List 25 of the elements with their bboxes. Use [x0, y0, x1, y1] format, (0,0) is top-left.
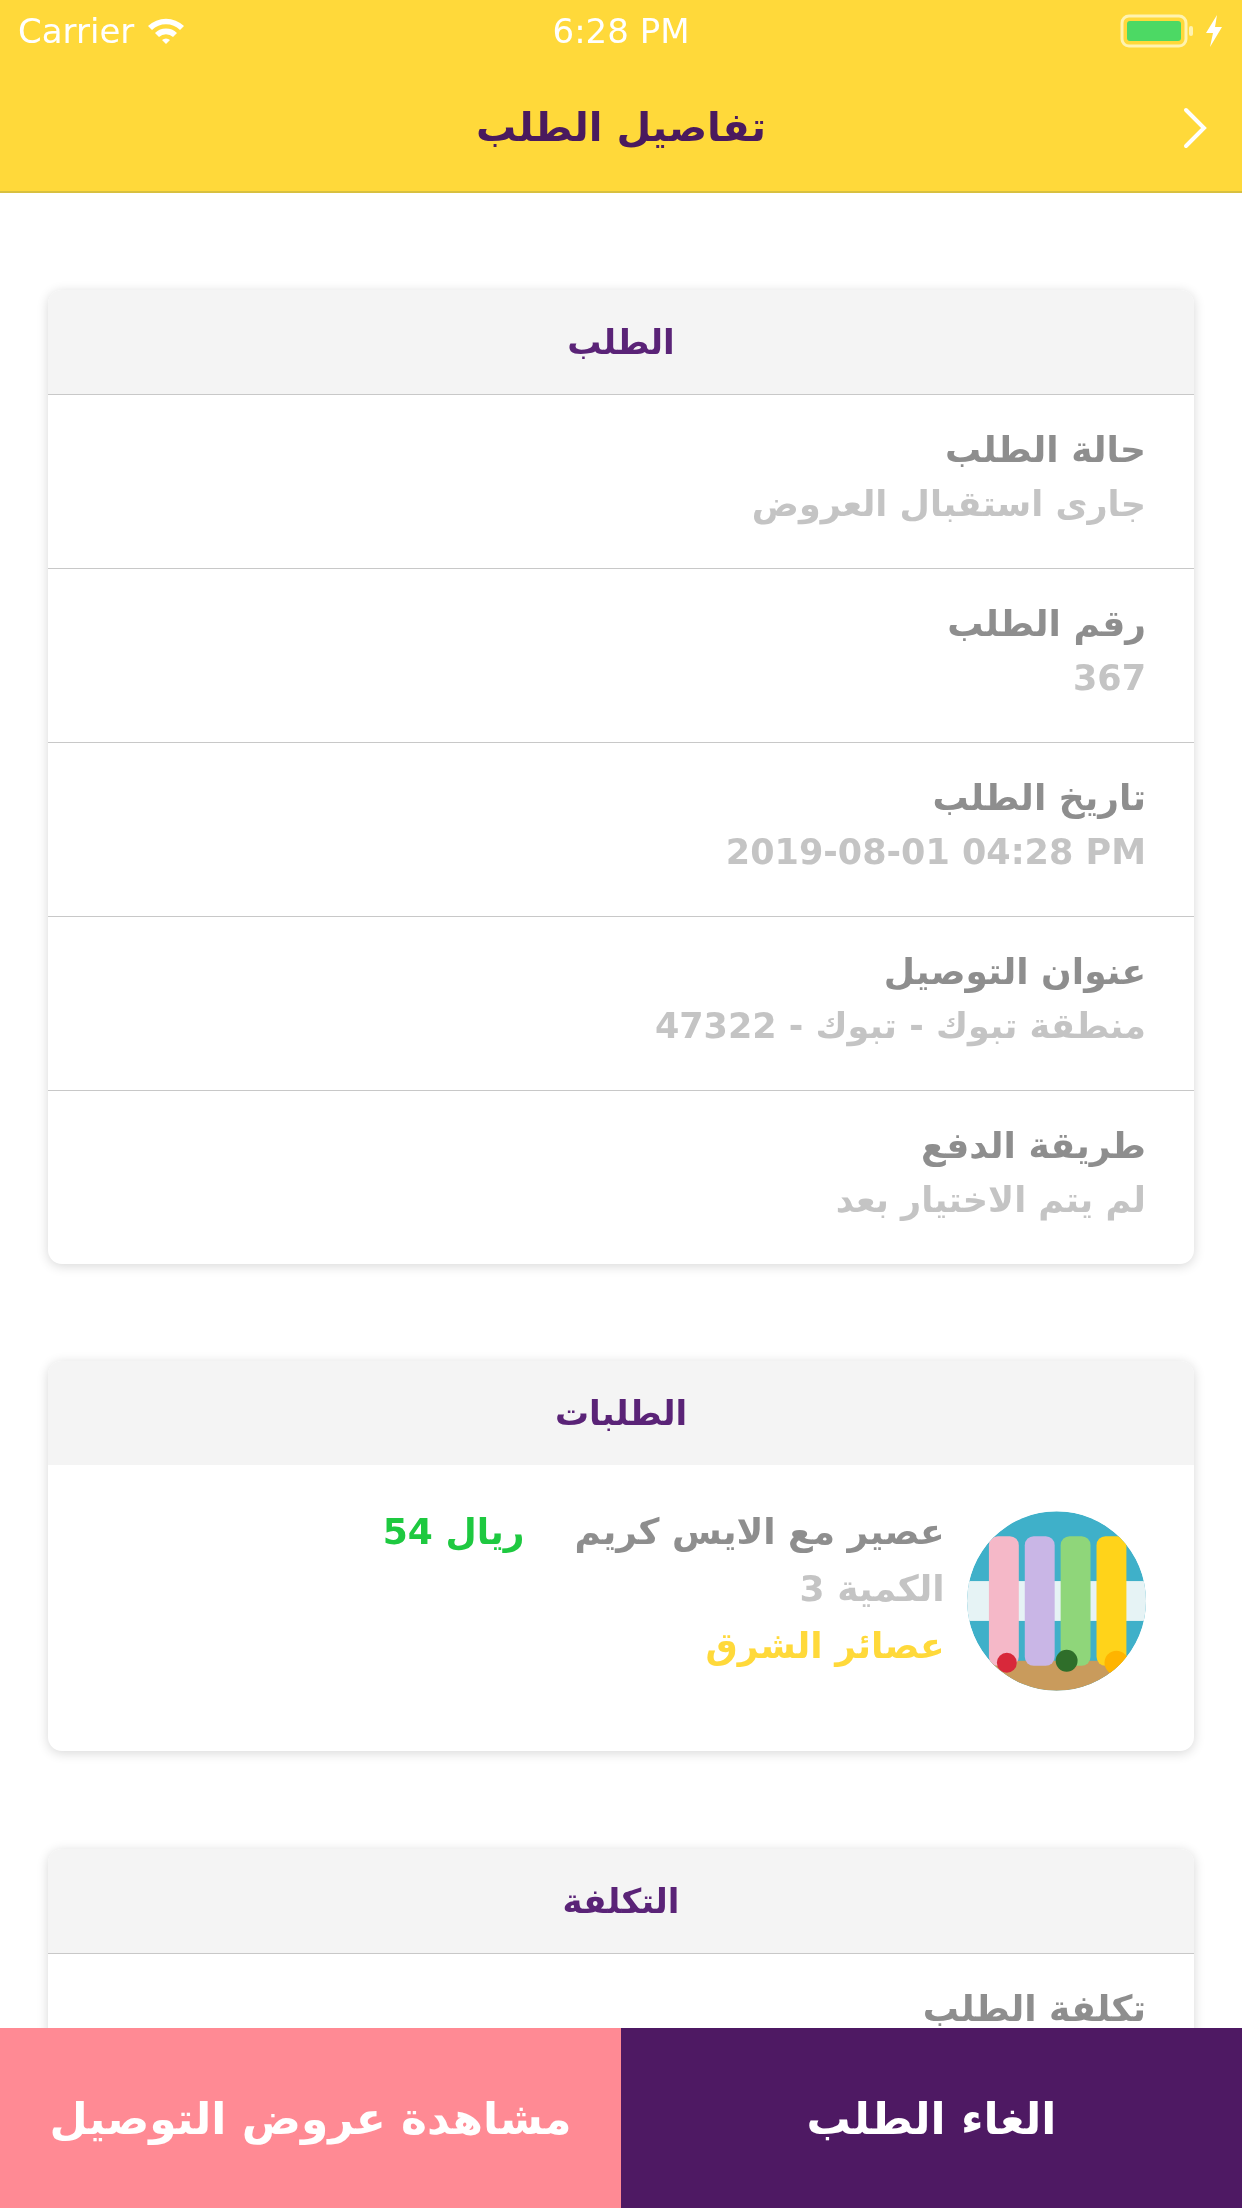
- product-quantity: الكمية 3: [798, 1568, 945, 1609]
- field-value: 2019-08-01 04:28 PM: [724, 832, 1146, 872]
- field-label: عنوان التوصيل: [882, 951, 1146, 992]
- product-price: ريال 54: [382, 1511, 525, 1552]
- field-value: 367: [1071, 658, 1146, 698]
- screen-title: تفاصيل الطلب: [476, 103, 766, 150]
- field-value: جارى استقبال العروض: [750, 484, 1146, 524]
- charging-icon: [1204, 14, 1224, 48]
- field-label: تكلفة الطلب: [921, 1988, 1146, 2029]
- card-title: الطلب: [567, 322, 675, 362]
- clock-time: 6:28 PM: [552, 11, 690, 51]
- card-title: التكلفة: [562, 1881, 680, 1921]
- field-label: تاريخ الطلب: [931, 777, 1146, 818]
- product-name: عصير مع الايس كريم: [574, 1511, 945, 1552]
- field-value: منطقة تبوك - تبوك - 47322: [653, 1006, 1146, 1046]
- store-name: عصائر الشرق: [704, 1625, 945, 1666]
- card-title: الطلبات: [554, 1393, 688, 1433]
- battery-icon: [1120, 14, 1196, 48]
- field-label: حالة الطلب: [943, 429, 1146, 470]
- cancel-button[interactable]: الغاء الطلب: [621, 2028, 1242, 2208]
- field-label: رقم الطلب: [946, 603, 1146, 644]
- field-label: طريقة الدفع: [920, 1125, 1146, 1166]
- field-value: لم يتم الاختيار بعد: [834, 1180, 1146, 1220]
- carrier-name: Carrier: [18, 11, 135, 51]
- wifi-icon: [146, 16, 187, 46]
